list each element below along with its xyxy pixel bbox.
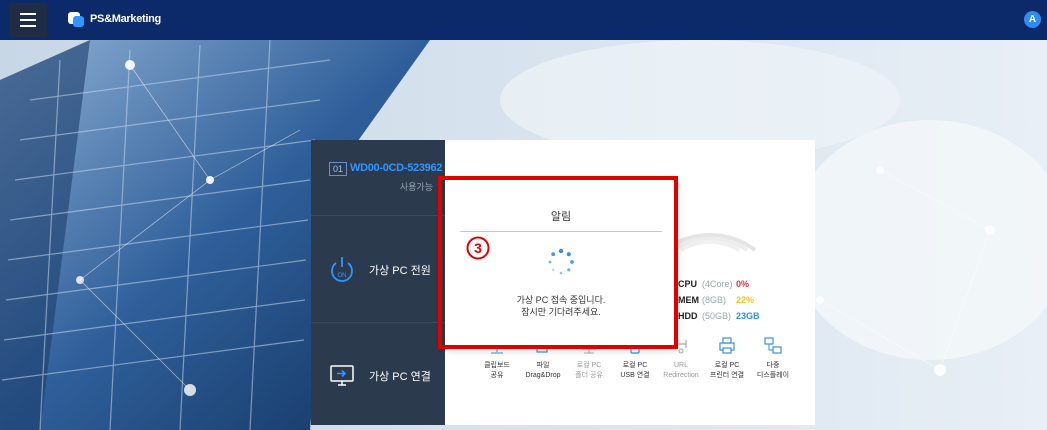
feature-label: 다중: [766, 362, 780, 369]
mem-row: MEM (8GB) 22%: [678, 292, 760, 308]
user-avatar-button[interactable]: A: [1024, 11, 1041, 28]
feature-sublabel: 프린터 연결: [709, 372, 745, 379]
remote-connect-icon: [330, 364, 354, 386]
vm-number: 01: [329, 162, 348, 176]
feature-sublabel: 폴더 공유: [575, 372, 603, 379]
feature-sublabel: 공유: [490, 372, 504, 379]
feature-sublabel: 디스플레이: [756, 372, 790, 379]
feature-label: 로컬 PC: [714, 362, 740, 369]
printer-icon: [719, 337, 735, 354]
feature-sublabel: Drag&Drop: [525, 372, 561, 379]
resource-stats: CPU (4Core) 0% MEM (8GB) 22% HDD (50GB) …: [678, 276, 760, 324]
vm-header[interactable]: 01 WD00-0CD-523962 사용가능: [311, 140, 445, 216]
step-number-marker: 3: [466, 236, 490, 260]
hdd-value: 23GB: [736, 311, 760, 321]
feature-label: 로컬 PC: [576, 362, 602, 369]
hamburger-menu-button[interactable]: [9, 3, 47, 37]
vm-connect-button[interactable]: 가상 PC 연결: [311, 323, 445, 428]
mem-spec: (8GB): [702, 295, 727, 305]
cpu-spec: (4Core): [702, 279, 733, 289]
feature-printer[interactable]: 로컬 PC 프린터 연결: [704, 335, 750, 381]
cpu-row: CPU (4Core) 0%: [678, 276, 760, 292]
brand-logo-icon: [68, 12, 84, 27]
vm-status: 사용가능: [399, 182, 433, 192]
vm-power-button[interactable]: ON 가상 PC 전원: [311, 217, 445, 323]
app-name: PS&Marketing: [90, 13, 161, 25]
feature-multi-display[interactable]: 다중 디스플레이: [750, 335, 796, 381]
feature-sublabel: USB 연결: [620, 372, 650, 379]
hdd-spec: (50GB): [702, 311, 732, 321]
top-bar: PS&Marketing A: [0, 0, 1047, 40]
hdd-row: HDD (50GB) 23GB: [678, 308, 760, 324]
highlight-box: [438, 176, 678, 349]
feature-label: URL: [673, 362, 688, 369]
feature-label: 파일: [536, 362, 550, 369]
mem-label: MEM: [678, 295, 699, 305]
mem-value: 22%: [736, 295, 755, 305]
cpu-label: CPU: [678, 279, 698, 289]
brand-logo: PS&Marketing: [67, 10, 161, 28]
vm-connect-label: 가상 PC 연결: [369, 370, 431, 383]
hdd-label: HDD: [678, 311, 698, 321]
feature-label: 클립보드: [484, 362, 510, 369]
feature-label: 로컬 PC: [622, 362, 648, 369]
power-on-icon: ON: [331, 256, 353, 282]
step-number-text: 3: [474, 240, 482, 256]
power-icon-text: ON: [338, 273, 347, 279]
vm-name: WD00-0CD-523962: [350, 162, 443, 174]
feature-sublabel: Redirection: [663, 372, 699, 379]
vm-power-label: 가상 PC 전원: [369, 264, 431, 277]
multi-display-icon: [764, 337, 782, 354]
cpu-value: 0%: [736, 279, 750, 289]
vm-sidebar: 01 WD00-0CD-523962 사용가능 ON 가상 PC 전원 가상 P…: [311, 140, 445, 425]
